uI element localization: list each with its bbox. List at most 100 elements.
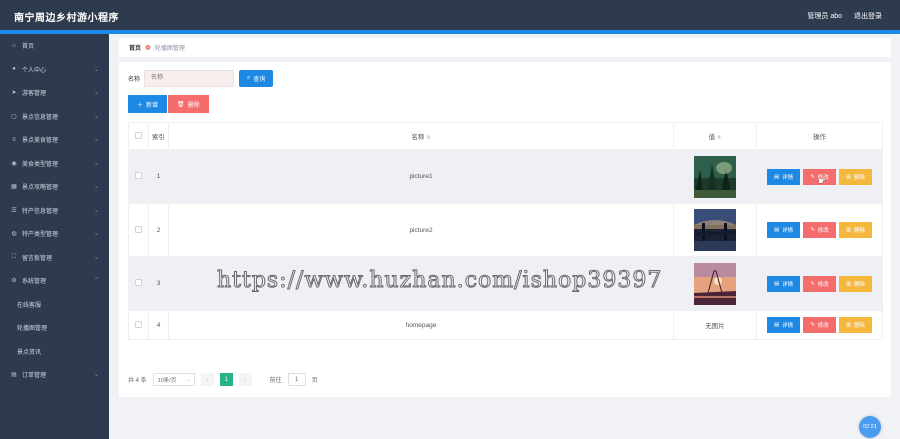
page-suffix: 页 xyxy=(311,378,318,384)
row-checkbox[interactable] xyxy=(135,225,142,233)
sidebar-item-label: 特产信息管理 xyxy=(22,208,59,215)
column-name[interactable]: 名称 ⇅ xyxy=(168,122,674,150)
chevron-down-icon: ⌄ xyxy=(93,372,99,378)
row-ops: ▤ 详情 ✎ 修改 ▥ 删除 xyxy=(757,222,882,238)
sidebar-item-label: 景点美食管理 xyxy=(22,138,59,145)
pencil-icon: ✎ xyxy=(810,280,815,287)
row-value-text: 无图片 xyxy=(673,310,757,340)
sidebar-item-label: 个人中心 xyxy=(22,67,47,74)
order-icon: ▤ xyxy=(11,372,17,379)
batch-delete-button[interactable]: 🗑 删除 xyxy=(168,95,209,113)
total-count: 共 4 条 xyxy=(128,378,147,384)
chevron-down-icon: ⌄ xyxy=(93,231,99,237)
sidebar-item-scenic-info[interactable]: ▢ 景点信息管理 ⌄ xyxy=(0,105,109,129)
float-bubble[interactable]: 02:21 xyxy=(859,416,881,438)
goto-label: 前往 xyxy=(269,378,282,384)
detail-button[interactable]: ▤ 详情 xyxy=(766,317,801,333)
row-ops: ▤ 详情 ✎ 修改 ▥ 删除 xyxy=(757,275,882,292)
next-page-button[interactable]: › xyxy=(238,373,252,386)
row-index: 1 xyxy=(148,149,169,204)
doc-icon: ▤ xyxy=(773,173,780,180)
doc-icon: ▤ xyxy=(773,322,780,328)
column-value[interactable]: 值 ⇅ xyxy=(673,122,757,150)
send-icon: ➤ xyxy=(11,90,17,97)
sidebar-item-visitors[interactable]: ➤ 游客管理 ⌄ xyxy=(0,81,109,105)
search-label: 名称 xyxy=(128,76,141,83)
list-icon: ☰ xyxy=(11,207,17,214)
row-name: picture2 xyxy=(168,203,674,257)
sidebar-item-food-type[interactable]: ◉ 美食类型管理 ⌄ xyxy=(0,152,109,176)
delete-button[interactable]: ▥ 删除 xyxy=(838,317,873,333)
sidebar-subitem-carousel[interactable]: 轮播图管理 xyxy=(0,316,109,340)
sidebar: ⌂ 首页 ● 个人中心 ⌄ ➤ 游客管理 ⌄ ▢ 景点信息管理 ⌄ ≡ 景点美食… xyxy=(0,34,109,439)
grid-icon: ▦ xyxy=(11,184,17,191)
page-size-select[interactable]: 10条/页 ⌄ xyxy=(152,373,195,386)
carousel-table: 索引 名称 ⇅ 值 ⇅ 操作 1 picture1 ▤ 详情 ✎ 修改 ▥ 删除… xyxy=(128,122,883,340)
mouse-cursor-icon: ☛ xyxy=(818,176,827,186)
row-name: picture1 xyxy=(168,149,674,204)
add-button[interactable]: ＋ 新增 xyxy=(128,95,168,113)
forest-image xyxy=(694,155,736,198)
sidebar-item-scenic-food[interactable]: ≡ 景点美食管理 ⌄ xyxy=(0,128,109,152)
search-button[interactable]: ⌕ 查询 xyxy=(239,69,274,87)
row-index: 4 xyxy=(148,310,169,340)
detail-button[interactable]: ▤ 详情 xyxy=(766,168,801,185)
goto-input[interactable]: 1 xyxy=(287,373,306,386)
pencil-icon: ✎ xyxy=(810,227,815,233)
sidebar-item-label: 特产类型管理 xyxy=(22,232,59,239)
sidebar-subitem-news[interactable]: 景点资讯 xyxy=(0,340,109,364)
main-content: 首页 ❁ 轮播图管理 名称 ⌕ 查询 ＋ 新增 🗑 删除 xyxy=(109,34,900,439)
chevron-down-icon: ⌄ xyxy=(93,137,99,143)
delete-button[interactable]: ▥ 删除 xyxy=(838,275,873,292)
plus-icon: ＋ xyxy=(137,102,144,109)
bridge-image xyxy=(694,209,736,251)
chevron-down-icon: ⌄ xyxy=(93,113,99,120)
breadcrumb-current: 轮播图管理 xyxy=(154,46,185,52)
select-all-checkbox[interactable] xyxy=(135,131,142,139)
sidebar-item-message-board[interactable]: ⛶ 留言板管理 ⌄ xyxy=(0,246,109,270)
chevron-down-icon: ⌄ xyxy=(186,376,191,383)
row-checkbox[interactable] xyxy=(135,320,142,328)
sidebar-subitem-online-service[interactable]: 在线客服 xyxy=(0,293,109,317)
current-page-button[interactable]: 1 xyxy=(219,373,233,386)
breadcrumb-home[interactable]: 首页 xyxy=(129,43,141,52)
cart-icon: ◍ xyxy=(11,231,17,238)
detail-button[interactable]: ▤ 详情 xyxy=(766,222,801,238)
logout-link[interactable]: 退出登录 xyxy=(854,11,882,21)
gear-icon: ⚙ xyxy=(11,278,17,285)
sidebar-item-home[interactable]: ⌂ 首页 xyxy=(0,34,109,58)
edit-button[interactable]: ✎ 修改 xyxy=(803,317,836,333)
sidebar-item-label: 系统管理 xyxy=(22,279,47,286)
edit-button[interactable]: ✎ 修改 xyxy=(803,222,836,238)
edit-button[interactable]: ✎ 修改 xyxy=(803,275,836,292)
sidebar-item-system[interactable]: ⚙ 系统管理 ⌃ xyxy=(0,269,109,293)
sidebar-item-label: 订单管理 xyxy=(22,373,47,380)
row-checkbox[interactable] xyxy=(135,279,142,286)
trash-icon: ▥ xyxy=(845,227,852,233)
content-panel: 名称 ⌕ 查询 ＋ 新增 🗑 删除 索引 名称⇅ xyxy=(119,62,891,397)
sidebar-item-orders[interactable]: ▤ 订单管理 ⌄ xyxy=(0,363,109,387)
chevron-down-icon: ⌄ xyxy=(93,207,99,214)
sidebar-item-specialty-type[interactable]: ◍ 特产类型管理 ⌄ xyxy=(0,222,109,246)
prev-page-button[interactable]: ‹ xyxy=(200,373,214,386)
sidebar-item-guides[interactable]: ▦ 景点攻略管理 ⌄ xyxy=(0,175,109,199)
doc-icon: ▤ xyxy=(773,280,780,287)
chevron-down-icon: ⌄ xyxy=(93,160,99,167)
trash-icon: ▥ xyxy=(845,173,852,180)
search-icon: ⌕ xyxy=(247,74,251,81)
detail-button[interactable]: ▤ 详情 xyxy=(766,275,801,292)
table-row: 3 ▤ 详情 ✎ 修改 ▥ 删除 xyxy=(128,256,883,311)
sidebar-item-profile[interactable]: ● 个人中心 ⌄ xyxy=(0,58,109,82)
sort-icon[interactable]: ⇅ xyxy=(426,135,430,141)
search-input[interactable] xyxy=(144,69,235,87)
column-ops: 操作 xyxy=(756,122,883,150)
trash-icon: ▥ xyxy=(845,280,852,287)
row-index: 3 xyxy=(148,256,169,311)
row-checkbox[interactable] xyxy=(135,172,142,179)
delete-button[interactable]: ▥ 删除 xyxy=(838,222,873,238)
sidebar-item-specialty-info[interactable]: ☰ 特产信息管理 ⌄ xyxy=(0,199,109,223)
table-row: 1 picture1 ▤ 详情 ✎ 修改 ▥ 删除 xyxy=(128,149,883,204)
delete-button[interactable]: ▥ 删除 xyxy=(838,168,873,185)
row-index: 2 xyxy=(148,203,169,257)
sort-icon[interactable]: ⇅ xyxy=(717,135,721,141)
